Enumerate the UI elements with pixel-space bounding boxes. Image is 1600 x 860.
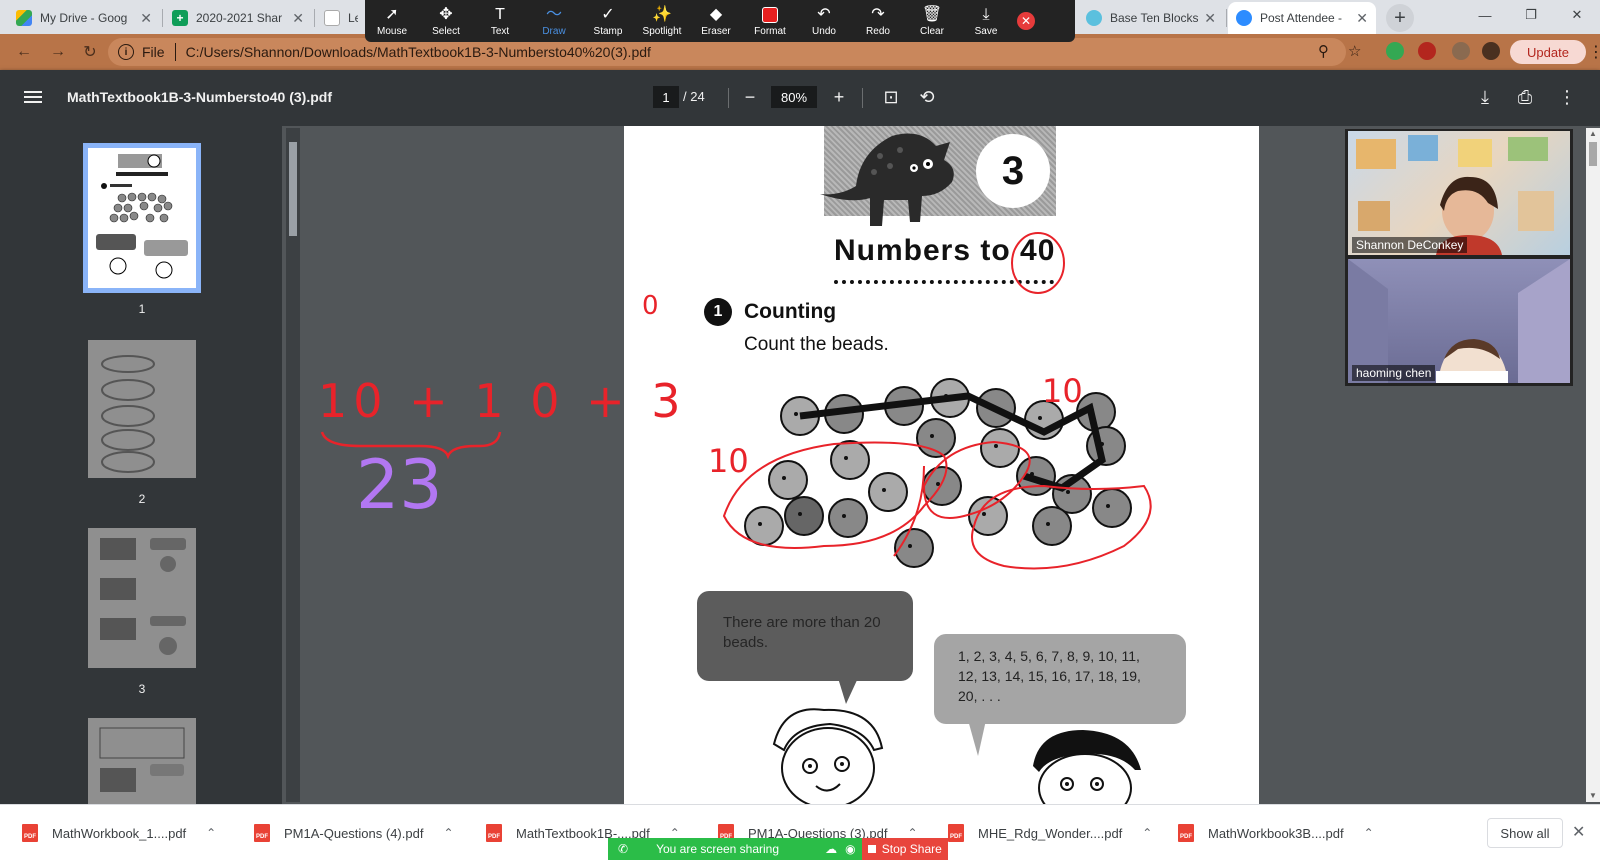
show-all-button[interactable]: Show all bbox=[1487, 818, 1563, 848]
screen-share-bar: ✆ You are screen sharing ☁ ◉ Stop Share bbox=[608, 838, 948, 860]
download-filename: PM1A-Questions (4).pdf bbox=[284, 825, 424, 841]
handwritten-sum: 23 bbox=[356, 446, 443, 525]
pdf-file-icon: PDF bbox=[1178, 824, 1194, 842]
pdf-file-icon: PDF bbox=[486, 824, 502, 842]
cloud-icon: ☁ bbox=[825, 842, 838, 856]
handwritten-circle-40 bbox=[1011, 232, 1065, 294]
phone-icon: ✆ bbox=[618, 842, 629, 856]
download-filename: MathWorkbook_1....pdf bbox=[52, 825, 187, 841]
video-tile-shannon[interactable]: Shannon DeConkey bbox=[1348, 131, 1570, 255]
handwritten-zero: 0 bbox=[642, 291, 659, 321]
sharing-status-text: You are screen sharing bbox=[656, 842, 780, 856]
download-filename: MHE_Rdg_Wonder....pdf bbox=[978, 825, 1123, 841]
handwritten-ten-top: 10 bbox=[1042, 372, 1083, 410]
handwritten-ten-left: 10 bbox=[708, 442, 749, 480]
participant-name: Shannon DeConkey bbox=[1352, 237, 1468, 253]
stop-share-button[interactable]: Stop Share bbox=[861, 838, 948, 860]
pdf-file-icon: PDF bbox=[22, 824, 38, 842]
pdf-file-icon: PDF bbox=[948, 824, 964, 842]
stop-share-label: Stop Share bbox=[881, 842, 942, 856]
screen: My Drive - Goog ✕ + 2020-2021 Shar ✕ Les… bbox=[0, 0, 1600, 860]
download-item[interactable]: PDF MathWorkbook3B....pdf ⌃ bbox=[1178, 805, 1374, 860]
chevron-up-icon[interactable]: ⌃ bbox=[1142, 826, 1152, 840]
sharing-status[interactable]: ✆ You are screen sharing ☁ ◉ bbox=[608, 838, 862, 860]
pdf-file-icon: PDF bbox=[254, 824, 270, 842]
close-icon[interactable]: ✕ bbox=[1572, 822, 1585, 842]
download-filename: MathWorkbook3B....pdf bbox=[1208, 825, 1344, 841]
participant-name: haoming chen bbox=[1352, 365, 1436, 381]
video-gallery: Shannon DeConkey haoming chen bbox=[1345, 129, 1573, 386]
chevron-up-icon[interactable]: ⌃ bbox=[443, 826, 453, 840]
stop-icon bbox=[867, 845, 876, 853]
download-item[interactable]: PDF PM1A-Questions (4).pdf ⌃ bbox=[254, 805, 454, 860]
chevron-up-icon[interactable]: ⌃ bbox=[206, 826, 216, 840]
download-item[interactable]: PDF MathWorkbook_1....pdf ⌃ bbox=[22, 805, 216, 860]
download-item[interactable]: PDF MHE_Rdg_Wonder....pdf ⌃ bbox=[948, 805, 1152, 860]
handwritten-expression: 10 + 1 0 + 3 bbox=[318, 374, 687, 428]
video-tile-haoming[interactable]: haoming chen bbox=[1348, 259, 1570, 383]
chevron-up-icon[interactable]: ⌃ bbox=[1364, 826, 1374, 840]
shield-icon: ◉ bbox=[845, 842, 856, 856]
